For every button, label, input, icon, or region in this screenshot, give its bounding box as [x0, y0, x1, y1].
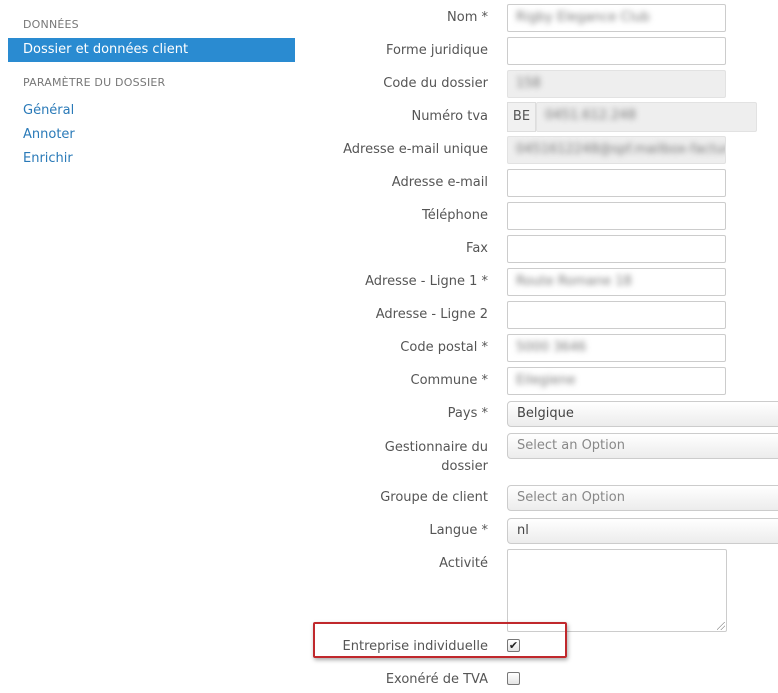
groupe-client-label: Groupe de client: [380, 490, 488, 505]
langue-select[interactable]: nl: [507, 518, 778, 544]
checkmark-icon: ✔: [508, 639, 519, 652]
nom-label: Nom *: [447, 10, 488, 25]
pays-select[interactable]: Belgique: [507, 401, 778, 427]
numero-tva-input: 0451.612.248: [536, 102, 757, 132]
commune-input[interactable]: Eilegiene: [507, 367, 726, 395]
adresse-ligne2-input[interactable]: [507, 301, 726, 329]
commune-value: Eilegiene: [516, 373, 576, 388]
sidebar-item-annoter[interactable]: Annoter: [8, 123, 295, 147]
resize-handle-icon[interactable]: [717, 622, 725, 630]
tva-country-prefix: BE: [507, 102, 536, 132]
sidebar-item-dossier-donnees-client[interactable]: Dossier et données client: [8, 38, 295, 62]
adresse-email-input[interactable]: [507, 169, 726, 197]
adresse-ligne1-value: Route Romane 18: [516, 274, 632, 289]
adresse-ligne1-input[interactable]: Route Romane 18: [507, 268, 726, 296]
entreprise-individuelle-label: Entreprise individuelle: [342, 639, 488, 654]
gestionnaire-label: Gestionnaire du dossier: [384, 440, 488, 474]
activite-label: Activité: [439, 556, 488, 571]
telephone-label: Téléphone: [421, 208, 488, 223]
nom-value: Rigby Elegance Club: [516, 10, 650, 25]
adresse-ligne2-label: Adresse - Ligne 2: [375, 307, 488, 322]
forme-juridique-input[interactable]: [507, 37, 726, 65]
nom-input[interactable]: Rigby Elegance Club: [507, 4, 726, 32]
langue-label: Langue *: [429, 523, 488, 538]
section-title-donnees: DONNÉES: [23, 18, 79, 31]
forme-juridique-label: Forme juridique: [385, 43, 488, 58]
pays-label: Pays *: [447, 406, 488, 421]
gestionnaire-select[interactable]: Select an Option: [507, 433, 778, 459]
adresse-email-label: Adresse e-mail: [391, 175, 488, 190]
code-postal-value: 5000 3646: [516, 340, 587, 355]
sidebar-item-general[interactable]: Général: [8, 99, 295, 123]
telephone-input[interactable]: [507, 202, 726, 230]
numero-tva-value: 0451.612.248: [545, 108, 636, 123]
adresse-email-unique-label: Adresse e-mail unique: [343, 142, 488, 157]
section-title-parametre-dossier: PARAMÈTRE DU DOSSIER: [23, 76, 166, 89]
adresse-email-unique-value: 0451612248@spf.mailbox-facture.be: [516, 142, 725, 157]
numero-tva-label: Numéro tva: [411, 109, 488, 124]
groupe-client-select[interactable]: Select an Option: [507, 485, 778, 511]
exonere-tva-checkbox[interactable]: [507, 672, 520, 685]
activite-textarea[interactable]: [507, 549, 727, 632]
code-postal-input[interactable]: 5000 3646: [507, 334, 726, 362]
code-postal-label: Code postal *: [400, 340, 488, 355]
fax-label: Fax: [466, 241, 488, 256]
sidebar: DONNÉES Dossier et données client PARAMÈ…: [8, 0, 295, 171]
commune-label: Commune *: [410, 373, 488, 388]
adresse-email-unique-input: 0451612248@spf.mailbox-facture.be: [507, 136, 726, 164]
fax-input[interactable]: [507, 235, 726, 263]
code-dossier-input: 158: [507, 70, 726, 98]
exonere-tva-label: Exonéré de TVA: [385, 672, 488, 687]
entreprise-individuelle-checkbox[interactable]: ✔: [507, 639, 520, 652]
code-dossier-value: 158: [516, 76, 541, 91]
code-dossier-label: Code du dossier: [383, 76, 488, 91]
sidebar-item-enrichir[interactable]: Enrichir: [8, 147, 295, 171]
adresse-ligne1-label: Adresse - Ligne 1 *: [365, 274, 488, 289]
